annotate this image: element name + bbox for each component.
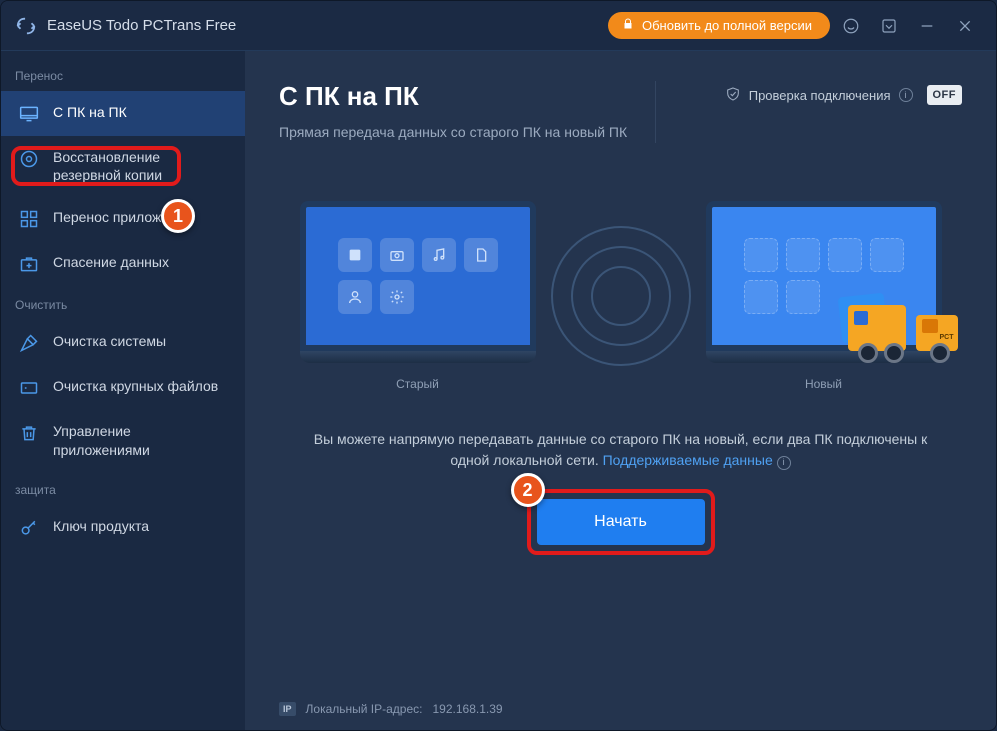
transfer-illustration: Старый — [279, 201, 962, 391]
sidebar-item-large-file-cleanup[interactable]: Очистка крупных файлов — [1, 365, 245, 410]
section-protect-label: защита — [1, 471, 245, 505]
apps-icon — [19, 209, 39, 229]
user-icon — [338, 280, 372, 314]
sidebar-item-label: Спасение данных — [53, 253, 169, 271]
sidebar-item-system-cleanup[interactable]: Очистка системы — [1, 320, 245, 365]
brand-icon — [15, 15, 37, 37]
sidebar-item-label: Перенос приложений — [53, 208, 193, 226]
upgrade-button[interactable]: Обновить до полной версии — [608, 12, 830, 39]
sidebar-item-label: Ключ продукта — [53, 517, 149, 535]
medkit-icon — [19, 254, 39, 274]
disc-icon — [19, 149, 39, 169]
monitor-icon — [19, 104, 39, 124]
sidebar-item-app-management[interactable]: Управление приложениями — [1, 410, 245, 470]
new-pc-label: Новый — [706, 377, 942, 391]
transfer-waves-icon — [576, 221, 666, 371]
page-subtitle: Прямая передача данных со старого ПК на … — [279, 122, 627, 143]
empty-tile-icon — [786, 280, 820, 314]
sidebar-item-label: С ПК на ПК — [53, 103, 127, 121]
empty-tile-icon — [744, 280, 778, 314]
old-pc-graphic: Старый — [300, 201, 536, 391]
ip-value: 192.168.1.39 — [433, 702, 503, 716]
start-area: Начать 2 — [279, 499, 962, 545]
broom-icon — [19, 333, 39, 353]
supported-data-link[interactable]: Поддерживаемые данные i — [603, 452, 791, 468]
shield-check-icon — [725, 86, 741, 105]
sidebar-item-label: Восстановление резервной копии — [53, 148, 227, 184]
info-icon[interactable]: i — [899, 88, 913, 102]
app-title: EaseUS Todo PCTrans Free — [47, 17, 236, 34]
music-icon — [422, 238, 456, 272]
settings-icon — [380, 280, 414, 314]
storage-icon — [19, 378, 39, 398]
description-text: Вы можете напрямую передавать данные со … — [279, 429, 962, 471]
empty-tile-icon — [786, 238, 820, 272]
app-tile-icon — [338, 238, 372, 272]
ip-label: Локальный IP-адрес: — [306, 702, 423, 716]
sidebar-item-data-rescue[interactable]: Спасение данных — [1, 241, 245, 286]
titlebar: EaseUS Todo PCTrans Free Обновить до пол… — [1, 1, 996, 51]
page-title: С ПК на ПК — [279, 81, 627, 112]
close-button[interactable] — [948, 9, 982, 43]
app-logo: EaseUS Todo PCTrans Free — [15, 15, 236, 37]
minimize-button[interactable] — [910, 9, 944, 43]
empty-tile-icon — [744, 238, 778, 272]
old-pc-label: Старый — [300, 377, 536, 391]
trash-icon — [19, 423, 39, 443]
lock-icon — [622, 18, 634, 33]
empty-tile-icon — [828, 238, 862, 272]
truck-icon: PCT — [848, 295, 968, 369]
connection-toggle-off[interactable]: OFF — [927, 85, 963, 105]
sidebar-item-label: Управление приложениями — [53, 422, 227, 458]
document-icon — [464, 238, 498, 272]
camera-icon — [380, 238, 414, 272]
sidebar-item-pc-to-pc[interactable]: С ПК на ПК — [1, 91, 245, 136]
key-icon — [19, 518, 39, 538]
ip-row: IP Локальный IP-адрес: 192.168.1.39 — [279, 702, 503, 716]
sidebar-item-app-migration[interactable]: Перенос приложений — [1, 196, 245, 241]
content-area: Перенос С ПК на ПК Восстановление резерв… — [1, 51, 996, 730]
section-transfer-label: Перенос — [1, 57, 245, 91]
sidebar-item-label: Очистка системы — [53, 332, 166, 350]
empty-tile-icon — [870, 238, 904, 272]
start-button[interactable]: Начать — [537, 499, 705, 545]
new-pc-graphic: W PCT Новый — [706, 201, 942, 391]
upgrade-label: Обновить до полной версии — [642, 18, 812, 33]
main-panel: С ПК на ПК Прямая передача данных со ста… — [245, 51, 996, 730]
menu-icon[interactable] — [872, 9, 906, 43]
sidebar-item-product-key[interactable]: Ключ продукта — [1, 505, 245, 550]
sidebar-item-label: Очистка крупных файлов — [53, 377, 218, 395]
sidebar-item-backup-restore[interactable]: Восстановление резервной копии — [1, 136, 245, 196]
ip-badge-icon: IP — [279, 702, 296, 716]
connection-check[interactable]: Проверка подключения i — [725, 86, 913, 105]
truck-label: PCT — [940, 334, 954, 341]
app-window: EaseUS Todo PCTrans Free Обновить до пол… — [0, 0, 997, 731]
section-clean-label: Очистить — [1, 286, 245, 320]
info-icon: i — [777, 456, 791, 470]
feedback-icon[interactable] — [834, 9, 868, 43]
connection-check-label: Проверка подключения — [749, 88, 891, 103]
sidebar: Перенос С ПК на ПК Восстановление резерв… — [1, 51, 245, 730]
header-row: С ПК на ПК Прямая передача данных со ста… — [279, 81, 962, 143]
